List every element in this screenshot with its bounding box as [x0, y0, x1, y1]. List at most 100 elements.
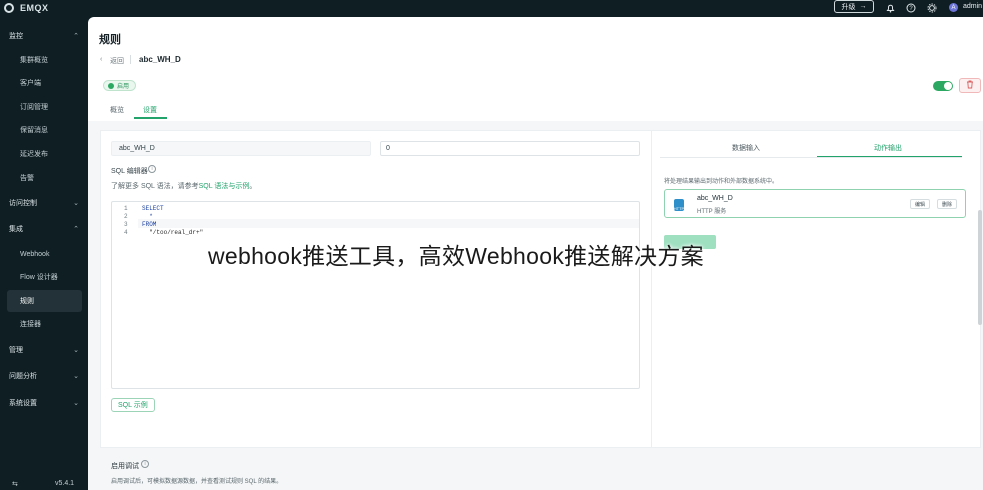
sidebar-item-label: Flow 设计器 — [20, 274, 58, 281]
delete-action-button[interactable]: 删除 — [937, 199, 958, 209]
sidebar-item-label: 延迟发布 — [20, 151, 48, 158]
info-icon[interactable]: i — [141, 460, 149, 468]
line-number: 3 — [124, 221, 128, 228]
sidebar-item-subscriptions[interactable]: 订阅管理 — [0, 96, 88, 118]
breadcrumb-divider — [130, 55, 131, 64]
rule-sql-card: abc_WH_D 0 SQL 编辑器 i 了解更多 SQL 语法，请参考SQL … — [100, 130, 652, 448]
arrow-right-icon: → — [859, 3, 867, 10]
sql-editor-label: SQL 编辑器 — [111, 168, 148, 175]
info-icon[interactable]: i — [148, 165, 156, 173]
upgrade-label: 升级 — [841, 3, 856, 11]
sidebar-item-connectors[interactable]: 连接器 — [0, 313, 88, 335]
http-file-icon: HTTP — [674, 199, 684, 211]
active-line-highlight — [138, 219, 639, 228]
sidebar-group-access-control[interactable]: 访问控制 ⌄ — [0, 192, 88, 214]
active-tab-indicator — [134, 117, 167, 119]
output-description: 将处理结果输出到动作和外部数据系统中。 — [664, 179, 779, 185]
sidebar-group-monitor[interactable]: 监控 ⌃ — [0, 25, 88, 47]
app-logo[interactable]: EMQX — [4, 1, 49, 15]
tab-divider — [660, 157, 962, 158]
sidebar-item-label: 集成 — [9, 226, 23, 233]
edit-action-button[interactable]: 编辑 — [910, 199, 931, 209]
chevron-left-icon[interactable]: ‹ — [100, 56, 102, 63]
check-circle-icon — [108, 82, 114, 89]
active-tab-indicator — [817, 156, 962, 157]
sidebar-item-cluster-overview[interactable]: 集群概览 — [0, 49, 88, 71]
upgrade-button[interactable]: 升级 → — [834, 0, 874, 13]
sidebar-item-delayed-publish[interactable]: 延迟发布 — [0, 143, 88, 165]
sidebar-group-management[interactable]: 管理 ⌄ — [0, 339, 88, 361]
sql-hint-suffix: 。 — [249, 183, 257, 190]
username[interactable]: admin — [963, 3, 982, 10]
sidebar-item-label: 规则 — [20, 298, 34, 305]
tab-settings[interactable]: 设置 — [143, 105, 157, 115]
tab-action-output[interactable]: 动作输出 — [874, 143, 902, 153]
sidebar-item-label: 保留消息 — [20, 127, 48, 134]
tab-overview[interactable]: 概览 — [110, 105, 124, 115]
sidebar-item-rules[interactable]: 规则 — [7, 290, 82, 312]
status-badge: 启用 — [103, 80, 137, 91]
sidebar-group-diagnostics[interactable]: 问题分析 ⌄ — [0, 365, 88, 387]
sidebar-item-flow-designer[interactable]: Flow 设计器 — [0, 266, 88, 288]
bell-icon[interactable] — [885, 2, 896, 13]
avatar[interactable]: A — [949, 3, 958, 12]
watermark-caption: webhook推送工具，高效Webhook推送解决方案 — [208, 243, 704, 269]
rule-name-heading: abc_WH_D — [139, 55, 181, 64]
sql-example-button[interactable]: SQL 示例 — [111, 398, 155, 412]
page-tabs: 概览 设置 — [88, 99, 983, 119]
sidebar-item-label: 管理 — [9, 347, 23, 354]
collapse-sidebar-icon[interactable]: ⇆ — [12, 480, 18, 488]
sidebar-item-label: 告警 — [20, 175, 34, 182]
sql-hint-text: 了解更多 SQL 语法，请参考 — [111, 183, 199, 190]
sidebar-item-label: 监控 — [9, 33, 23, 40]
sidebar-item-retained-messages[interactable]: 保留消息 — [0, 119, 88, 141]
action-name: abc_WH_D — [697, 195, 733, 202]
brand-name: EMQX — [20, 3, 49, 13]
sidebar-item-label: 集群概览 — [20, 57, 48, 64]
sql-hint: 了解更多 SQL 语法，请参考SQL 语法与示例。 — [111, 181, 256, 191]
top-bar: EMQX 升级 → ? A admin — [0, 0, 983, 17]
sidebar-item-webhook[interactable]: Webhook — [0, 243, 88, 265]
page-title: 规则 — [99, 34, 121, 46]
sql-syntax-link[interactable]: SQL 语法与示例 — [199, 183, 250, 190]
sidebar-footer: ⇆ v5.4.1 — [0, 480, 88, 490]
line-number: 2 — [124, 213, 128, 220]
sidebar-group-integration[interactable]: 集成 ⌃ — [0, 218, 88, 240]
rule-io-card: 数据输入 动作输出 将处理结果输出到动作和外部数据系统中。 HTTP abc_W… — [651, 130, 981, 448]
sidebar-item-label: 订阅管理 — [20, 104, 48, 111]
trash-icon — [966, 80, 974, 91]
chevron-up-icon: ⌃ — [73, 33, 79, 40]
action-item[interactable]: HTTP abc_WH_D HTTP 服务 编辑 删除 — [664, 189, 966, 218]
rule-number-input[interactable]: 0 — [380, 141, 640, 156]
chevron-down-icon: ⌄ — [73, 400, 79, 407]
sidebar-item-label: 系统设置 — [9, 400, 37, 407]
code-text: SELECT — [142, 205, 164, 212]
back-link[interactable]: 返回 — [110, 56, 124, 66]
tab-data-input[interactable]: 数据输入 — [732, 143, 760, 153]
chevron-down-icon: ⌄ — [73, 347, 79, 354]
sidebar-item-label: 连接器 — [20, 321, 41, 328]
rule-name-input[interactable]: abc_WH_D — [111, 141, 371, 156]
help-icon[interactable]: ? — [905, 2, 916, 13]
sidebar-item-alarms[interactable]: 告警 — [0, 167, 88, 189]
rule-enable-toggle[interactable] — [933, 81, 953, 91]
chevron-down-icon: ⌄ — [73, 200, 79, 207]
line-number: 1 — [124, 205, 128, 212]
code-text: * — [142, 213, 153, 220]
sidebar-item-label: 问题分析 — [9, 373, 37, 380]
sidebar-item-label: 访问控制 — [9, 200, 37, 207]
sql-editor[interactable]: 1 SELECT 2 * 3 FROM 4 "/too/real_dr+" — [111, 201, 640, 389]
sidebar-item-label: 客户端 — [20, 80, 41, 87]
code-text: "/too/real_dr+" — [142, 229, 204, 236]
sidebar: 监控 ⌃ 集群概览 客户端 订阅管理 保留消息 延迟发布 告警 访问控制 ⌄ 集… — [0, 17, 88, 490]
gear-icon[interactable] — [926, 2, 937, 13]
code-text: FROM — [142, 221, 157, 228]
delete-rule-button[interactable] — [959, 78, 981, 93]
status-label: 启用 — [117, 84, 130, 90]
sidebar-item-clients[interactable]: 客户端 — [0, 72, 88, 94]
page-scrollbar[interactable] — [978, 210, 982, 325]
version-label: v5.4.1 — [55, 480, 75, 487]
sidebar-group-system-settings[interactable]: 系统设置 ⌄ — [0, 392, 88, 414]
debug-description: 启用调试后，可模拟数据源数据，并查看测试规则 SQL 的结果。 — [111, 479, 283, 485]
line-number: 4 — [124, 229, 128, 236]
